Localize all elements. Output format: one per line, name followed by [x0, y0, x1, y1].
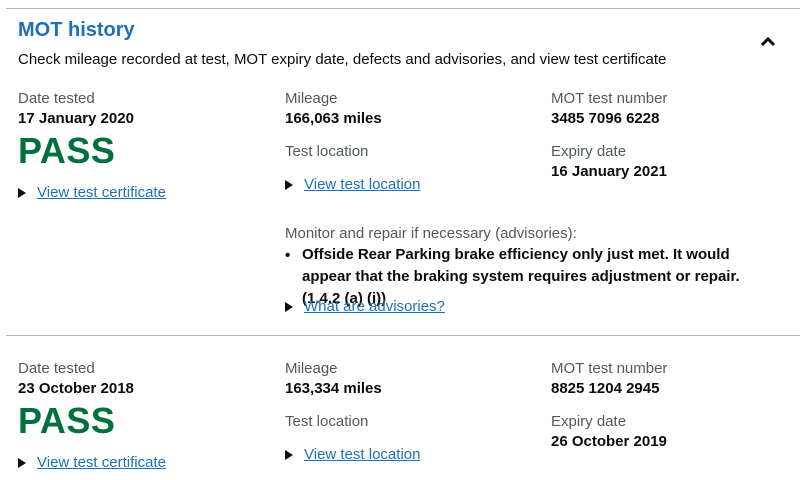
triangle-right-icon: [285, 449, 293, 460]
expiry-date-label: Expiry date: [551, 143, 627, 160]
view-location-link[interactable]: View test location: [304, 446, 420, 463]
test-result-status: PASS: [18, 130, 116, 171]
mot-test-record: Date tested 23 October 2018 PASS View te…: [0, 360, 800, 480]
section-summary: Check mileage recorded at test, MOT expi…: [18, 51, 667, 68]
test-number-label: MOT test number: [551, 360, 668, 377]
triangle-right-icon: [18, 187, 26, 198]
expiry-date-value: 26 October 2019: [551, 433, 667, 450]
list-bullet: •: [285, 247, 291, 264]
top-divider: [6, 8, 800, 9]
test-result-status: PASS: [18, 400, 116, 441]
mileage-label: Mileage: [285, 360, 338, 377]
section-title: MOT history: [18, 19, 135, 41]
date-tested-value: 23 October 2018: [18, 380, 134, 397]
view-location-toggle[interactable]: View test location: [285, 446, 420, 463]
view-location-toggle[interactable]: View test location: [285, 176, 420, 193]
date-tested-value: 17 January 2020: [18, 110, 134, 127]
date-tested-label: Date tested: [18, 360, 95, 377]
what-are-advisories-link[interactable]: What are advisories?: [304, 298, 445, 315]
test-number-value: 3485 7096 6228: [551, 110, 660, 127]
record-divider: [6, 335, 800, 336]
view-location-link[interactable]: View test location: [304, 176, 420, 193]
test-location-label: Test location: [285, 143, 369, 160]
mot-test-record: Date tested 17 January 2020 PASS View te…: [0, 90, 800, 330]
triangle-right-icon: [18, 457, 26, 468]
view-certificate-link[interactable]: View test certificate: [37, 454, 166, 471]
triangle-right-icon: [285, 301, 293, 312]
advisories-heading: Monitor and repair if necessary (advisor…: [285, 225, 577, 242]
mileage-label: Mileage: [285, 90, 338, 107]
what-are-advisories-toggle[interactable]: What are advisories?: [285, 298, 445, 315]
mileage-value: 163,334 miles: [285, 380, 382, 397]
test-number-value: 8825 1204 2945: [551, 380, 660, 397]
view-certificate-link[interactable]: View test certificate: [37, 184, 166, 201]
view-certificate-toggle[interactable]: View test certificate: [18, 454, 166, 471]
test-location-label: Test location: [285, 413, 369, 430]
mileage-value: 166,063 miles: [285, 110, 382, 127]
expiry-date-value: 16 January 2021: [551, 163, 667, 180]
expiry-date-label: Expiry date: [551, 413, 627, 430]
view-certificate-toggle[interactable]: View test certificate: [18, 184, 166, 201]
chevron-up-icon[interactable]: [758, 34, 778, 50]
date-tested-label: Date tested: [18, 90, 95, 107]
test-number-label: MOT test number: [551, 90, 668, 107]
triangle-right-icon: [285, 179, 293, 190]
